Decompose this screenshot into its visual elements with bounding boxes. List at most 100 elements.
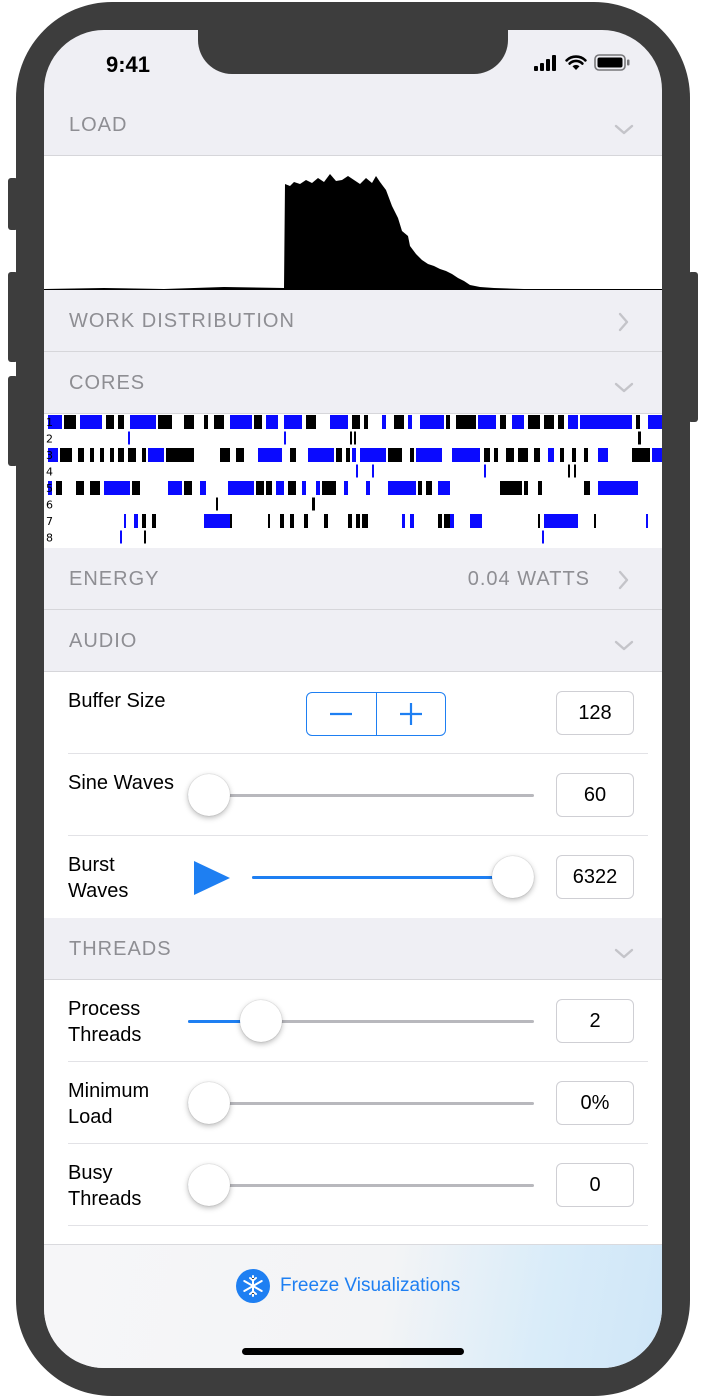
slider-thumb[interactable] [188, 774, 230, 816]
core-label: 6 [46, 499, 53, 512]
audio-section-header[interactable]: AUDIO [44, 610, 662, 672]
busy-threads-slider[interactable] [188, 1164, 534, 1206]
cores-section-header[interactable]: CORES [44, 352, 662, 414]
energy-section-header[interactable]: ENERGY 0.04 WATTS [44, 548, 662, 610]
core-activity-block [546, 514, 578, 528]
core-activity-block [574, 464, 576, 478]
core-activity-block [290, 448, 296, 462]
core-activity-block [130, 415, 156, 429]
core-activity-block [450, 514, 454, 528]
core-activity-block [280, 514, 284, 528]
work-distribution-section-header[interactable]: WORK DISTRIBUTION [44, 290, 662, 352]
core-activity-block [408, 415, 412, 429]
decrement-button[interactable] [307, 693, 377, 735]
core-activity-block [426, 481, 432, 495]
plus-icon [399, 703, 422, 725]
slider-thumb[interactable] [239, 1000, 282, 1042]
core-activity-block [230, 514, 232, 528]
core-activity-block [528, 415, 540, 429]
core-activity-block [268, 514, 270, 528]
screen: 9:41 LOAD WORK DISTRIBUTION CORES 1 2 3 … [44, 30, 662, 1368]
core-activity-block [364, 415, 368, 429]
freeze-visualizations-button[interactable]: Freeze Visualizations [236, 1269, 460, 1303]
core-activity-block [420, 415, 444, 429]
play-icon[interactable] [192, 860, 232, 896]
slider-fill [252, 876, 513, 879]
load-graph-panel [44, 156, 662, 290]
core-activity-block [330, 415, 348, 429]
core-activity-block [538, 514, 540, 528]
core-activity-block [500, 415, 506, 429]
core-activity-block [648, 415, 662, 429]
mute-switch [8, 178, 18, 230]
core-activity-block [132, 481, 140, 495]
core-activity-block [322, 481, 336, 495]
increment-button[interactable] [377, 693, 446, 735]
process-threads-label: Process Threads [68, 998, 142, 1046]
slider-thumb[interactable] [188, 1082, 230, 1124]
core-activity-block [410, 448, 414, 462]
core-activity-block [158, 415, 172, 429]
home-indicator [242, 1348, 464, 1355]
core-activity-block [346, 448, 350, 462]
core-activity-block [128, 431, 130, 445]
core-activity-block [284, 415, 302, 429]
core-activity-block [478, 415, 496, 429]
burst-waves-slider[interactable] [252, 856, 534, 898]
load-section-header[interactable]: LOAD [44, 94, 662, 156]
core-activity-block [652, 448, 662, 462]
busy-threads-value: 0 [556, 1163, 634, 1207]
sine-waves-slider[interactable] [188, 774, 534, 816]
process-threads-slider[interactable] [188, 1000, 534, 1042]
core-activity-block [382, 415, 386, 429]
threads-section-title: THREADS [69, 938, 172, 960]
core-activity-block [632, 448, 650, 462]
core-activity-block [494, 448, 498, 462]
slider-thumb[interactable] [188, 1164, 230, 1206]
core-activity-block [572, 448, 576, 462]
core-activity-block [636, 415, 640, 429]
slider-track [188, 1184, 534, 1187]
core-activity-block [484, 448, 490, 462]
core-activity-block [548, 448, 554, 462]
core-activity-block [90, 448, 94, 462]
threads-section-header[interactable]: THREADS [44, 918, 662, 980]
core-activity-block [360, 448, 386, 462]
core-activity-block [200, 481, 206, 495]
core-activity-block [124, 514, 126, 528]
minus-icon [330, 712, 353, 716]
buffer-size-stepper[interactable] [306, 692, 446, 736]
core-activity-block [350, 431, 352, 445]
core-activity-block [76, 481, 84, 495]
chevron-down-icon [614, 124, 634, 135]
core-activity-block [184, 415, 194, 429]
core-activity-block [356, 514, 360, 528]
minimum-load-slider[interactable] [188, 1082, 534, 1124]
core-activity-block [142, 514, 146, 528]
burst-waves-row: Burst Waves 6322 [68, 836, 648, 918]
slider-thumb[interactable] [492, 856, 534, 898]
core-activity-block [476, 514, 482, 528]
core-activity-block [204, 415, 208, 429]
core-activity-block [438, 481, 450, 495]
core-activity-block [388, 481, 416, 495]
core-activity-block [142, 448, 146, 462]
core-activity-block [90, 481, 100, 495]
core-label: 1 [46, 416, 53, 429]
core-activity-block [144, 530, 146, 544]
burst-waves-label: Burst Waves [68, 854, 129, 902]
core-activity-block [78, 448, 84, 462]
sine-waves-row: Sine Waves 60 [68, 754, 648, 836]
cores-activity-graph: 1 2 3 4 5 6 7 8 [46, 415, 662, 545]
core-activity-block [166, 448, 194, 462]
snowflake-icon [236, 1269, 270, 1303]
core-activity-block [484, 464, 486, 478]
audio-section-title: AUDIO [69, 630, 138, 652]
buffer-size-row: Buffer Size 128 [68, 672, 648, 754]
core-activity-block [276, 481, 284, 495]
volume-up-button [8, 272, 18, 362]
core-activity-block [544, 415, 554, 429]
chevron-down-icon [614, 640, 634, 651]
chevron-down-icon [614, 382, 634, 393]
core-activity-block [80, 415, 102, 429]
